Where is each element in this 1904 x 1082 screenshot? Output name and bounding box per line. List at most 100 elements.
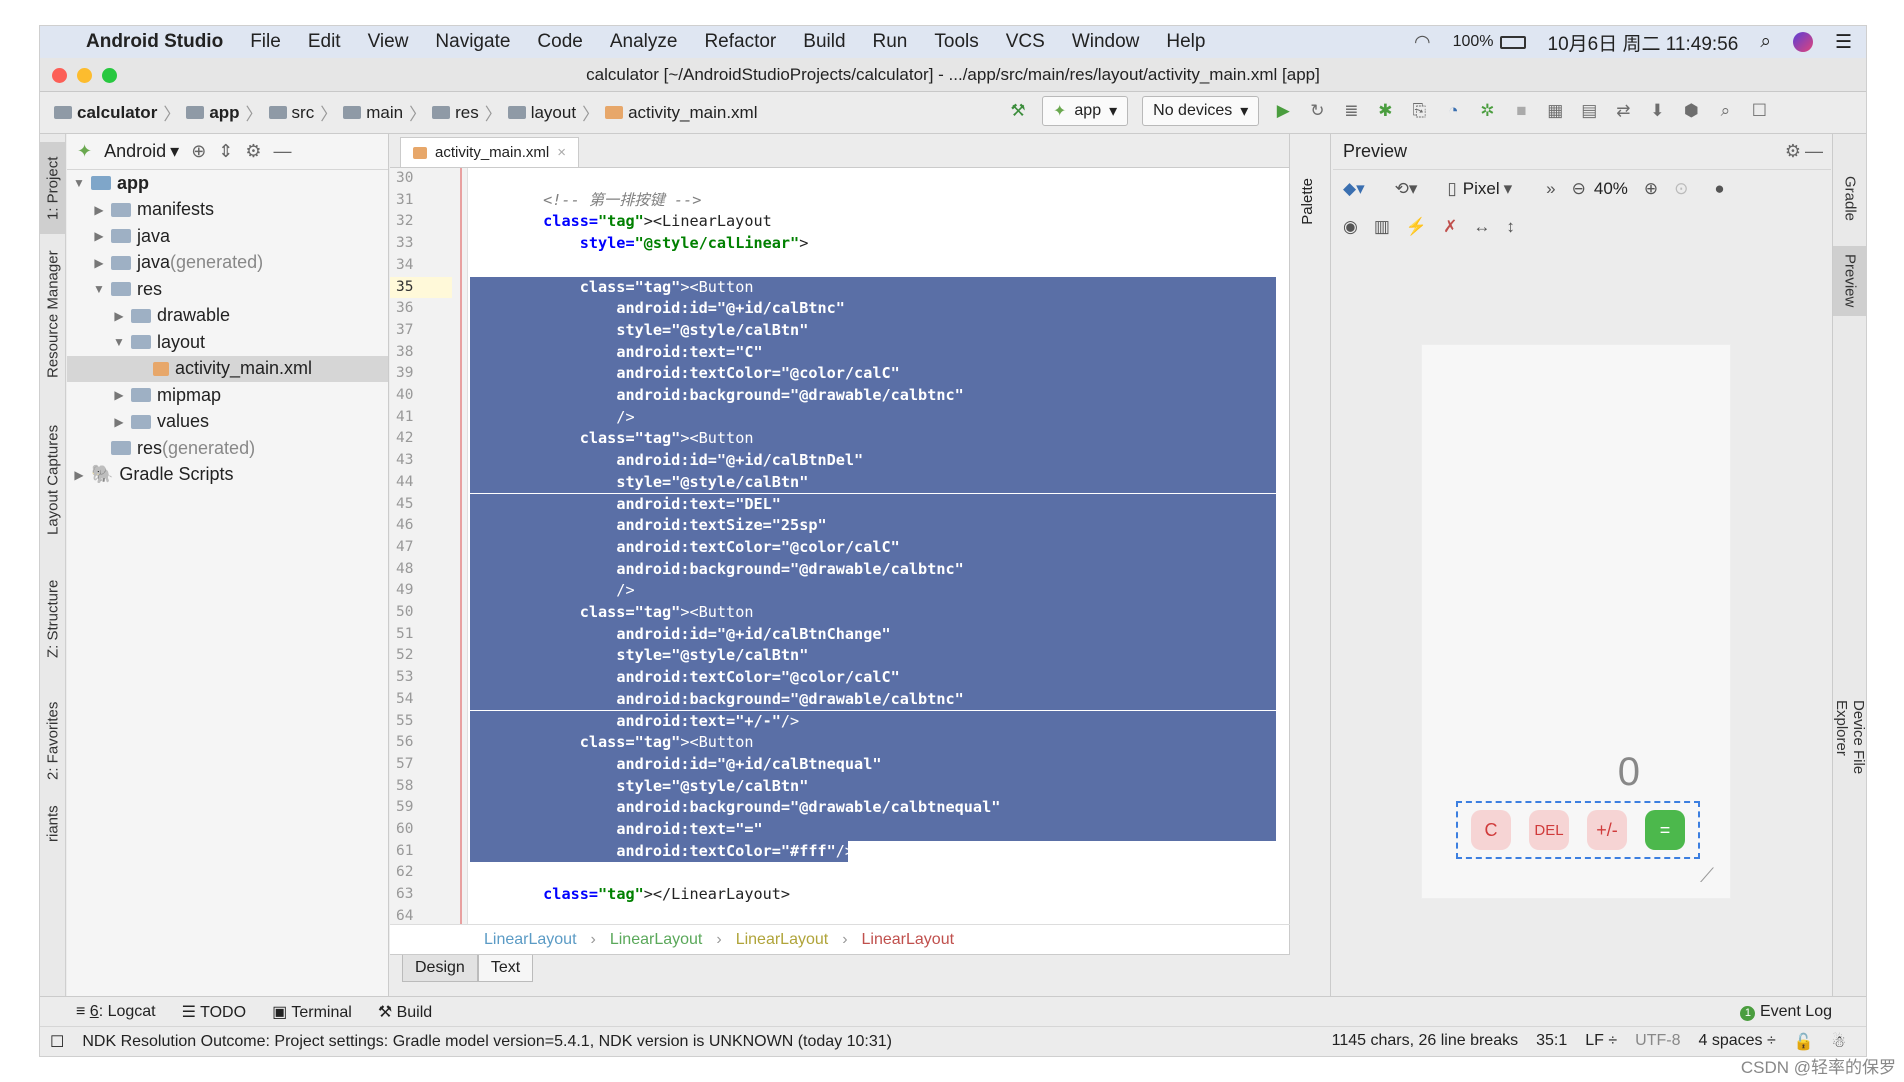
code-line[interactable]: android:background="@drawable/calbtnc" bbox=[470, 688, 1276, 711]
menu-help[interactable]: Help bbox=[1166, 31, 1205, 53]
zoom-fit-icon[interactable]: ⊙ bbox=[1674, 179, 1688, 199]
code-line[interactable]: android:text="+/-"/> bbox=[470, 710, 1276, 733]
chevron-down-icon[interactable]: ▾ bbox=[1504, 179, 1513, 199]
tree-item-mipmap[interactable]: ▶ mipmap bbox=[67, 382, 388, 409]
tree-item-gradle-scripts[interactable]: ▶ 🐘 Gradle Scripts bbox=[67, 462, 388, 489]
chevron-down-icon[interactable]: ▼ bbox=[111, 335, 127, 349]
calc-button-del[interactable]: DEL bbox=[1529, 810, 1569, 850]
minimize-window-button[interactable] bbox=[77, 68, 92, 83]
calc-button-sign[interactable]: +/- bbox=[1587, 810, 1627, 850]
zoom-window-button[interactable] bbox=[102, 68, 117, 83]
tab-favorites[interactable]: 2: Favorites bbox=[40, 686, 66, 796]
code-line[interactable]: android:text="=" bbox=[470, 819, 1276, 841]
zoom-out-icon[interactable]: ⊖ bbox=[1572, 179, 1586, 199]
calc-button-equal[interactable]: = bbox=[1645, 810, 1685, 850]
tab-text[interactable]: Text bbox=[477, 955, 534, 982]
menu-window[interactable]: Window bbox=[1072, 31, 1140, 53]
code-line[interactable]: style="@style/calBtn" bbox=[470, 775, 1276, 798]
xml-crumb[interactable]: LinearLayout bbox=[862, 931, 955, 949]
indent-setting[interactable]: 4 spaces ÷ bbox=[1698, 1032, 1775, 1052]
tool-logcat[interactable]: ≡ 6: Logcat bbox=[76, 1003, 156, 1021]
tree-item-drawable[interactable]: ▶ drawable bbox=[67, 303, 388, 330]
code-line[interactable]: android:textSize="25sp" bbox=[470, 515, 1276, 537]
tree-item-java-generated[interactable]: ▶ java (generated) bbox=[67, 250, 388, 277]
sdk-manager-icon[interactable]: ⬇ bbox=[1647, 101, 1667, 121]
menu-tools[interactable]: Tools bbox=[934, 31, 978, 53]
tab-device-file-explorer[interactable]: Device File Explorer bbox=[1833, 700, 1866, 830]
tool-terminal[interactable]: ▣ Terminal bbox=[272, 1002, 352, 1022]
more-icon[interactable]: » bbox=[1546, 179, 1555, 199]
code-line[interactable]: android:id="@+id/calBtnc" bbox=[470, 298, 1276, 320]
locate-icon[interactable]: ⊕ bbox=[191, 141, 206, 162]
notification-center-icon[interactable]: ☰ bbox=[1835, 31, 1852, 54]
breadcrumb-src[interactable]: src 〉 bbox=[268, 100, 337, 125]
chevron-down-icon[interactable]: ▼ bbox=[71, 176, 87, 190]
attach-debugger-icon[interactable]: ⎘ bbox=[1409, 101, 1429, 121]
sync-gradle-icon[interactable]: ▤ bbox=[1579, 101, 1599, 121]
tree-item-layout[interactable]: ▼ layout bbox=[67, 329, 388, 356]
code-lines[interactable]: <!-- 第一排按键 --> class="tag"><LinearLayout… bbox=[470, 168, 1276, 924]
code-line[interactable]: android:textColor="@color/calC" bbox=[470, 536, 1276, 559]
xml-crumb[interactable]: LinearLayout bbox=[484, 931, 577, 949]
tool-event-log[interactable]: 1 Event Log bbox=[1740, 1003, 1832, 1021]
chevron-right-icon[interactable]: ▶ bbox=[111, 388, 127, 402]
code-line[interactable]: /> bbox=[470, 580, 1276, 602]
orientation-icon[interactable]: ⟲▾ bbox=[1395, 179, 1418, 199]
code-line[interactable]: class="tag"><Button bbox=[470, 602, 1276, 624]
device-select[interactable]: Pixel bbox=[1463, 179, 1500, 199]
code-line[interactable]: class="tag"></LinearLayout> bbox=[470, 884, 1276, 906]
spotlight-icon[interactable]: ⌕ bbox=[1760, 31, 1771, 53]
phone-icon[interactable]: ▯ bbox=[1447, 179, 1456, 199]
close-window-button[interactable] bbox=[52, 68, 67, 83]
layout-inspector-icon[interactable]: ⬢ bbox=[1681, 101, 1701, 121]
code-line[interactable] bbox=[470, 862, 1276, 884]
hide-panel-icon[interactable]: — bbox=[274, 141, 292, 162]
make-project-icon[interactable]: ⚒ bbox=[1008, 101, 1028, 121]
apply-code-changes-icon[interactable]: ≣ bbox=[1341, 101, 1361, 121]
gear-icon[interactable]: ⚙ bbox=[245, 141, 261, 162]
tool-todo[interactable]: ☰ TODO bbox=[182, 1002, 246, 1022]
chevron-right-icon[interactable]: ▶ bbox=[91, 256, 107, 270]
code-line[interactable]: android:textColor="@color/calC" bbox=[470, 667, 1276, 689]
siri-icon[interactable] bbox=[1792, 32, 1813, 52]
tree-item-app[interactable]: ▼ app bbox=[67, 170, 388, 197]
menu-navigate[interactable]: Navigate bbox=[435, 31, 510, 53]
tab-project[interactable]: 1: Project bbox=[40, 142, 66, 234]
expand-vertical-icon[interactable]: ↕ bbox=[1506, 217, 1515, 237]
zoom-in-icon[interactable]: ⊕ bbox=[1644, 179, 1658, 199]
code-line[interactable] bbox=[470, 168, 1276, 190]
collapse-all-icon[interactable]: ⇕ bbox=[218, 141, 233, 162]
tree-item-res[interactable]: ▼ res bbox=[67, 276, 388, 303]
chevron-right-icon[interactable]: ▶ bbox=[91, 203, 107, 217]
code-area[interactable]: 30 31 32 33 34 35 36 37 38 39 40 41 42 43 44 45 46 47 48 49… bbox=[390, 168, 1290, 924]
attach-process-icon[interactable]: ✲ bbox=[1477, 101, 1497, 121]
code-line[interactable]: <!-- 第一排按键 --> bbox=[470, 190, 1276, 212]
chevron-down-icon[interactable]: ▾ bbox=[170, 141, 179, 162]
menu-build[interactable]: Build bbox=[803, 31, 845, 53]
tab-design[interactable]: Design bbox=[402, 955, 478, 982]
apply-changes-icon[interactable]: ↻ bbox=[1307, 101, 1327, 121]
chevron-down-icon[interactable]: ▼ bbox=[91, 282, 107, 296]
expand-horizontal-icon[interactable]: ↔ bbox=[1473, 217, 1490, 237]
panel-toggle-icon[interactable]: ☐ bbox=[50, 1032, 64, 1052]
code-line[interactable]: android:id="@+id/calBtnDel" bbox=[470, 450, 1276, 472]
eye-icon[interactable]: ◉ bbox=[1343, 217, 1358, 237]
stop-icon[interactable]: ■ bbox=[1511, 101, 1531, 121]
menu-file[interactable]: File bbox=[250, 31, 281, 53]
chevron-right-icon[interactable]: ▶ bbox=[111, 309, 127, 323]
calc-button-c[interactable]: C bbox=[1471, 810, 1511, 850]
menu-refactor[interactable]: Refactor bbox=[704, 31, 776, 53]
chevron-right-icon[interactable]: ▶ bbox=[111, 415, 127, 429]
profile-icon[interactable]: ◔ bbox=[1443, 101, 1463, 121]
user-icon[interactable]: ☐ bbox=[1749, 101, 1769, 121]
clear-constraints-icon[interactable]: ✗ bbox=[1443, 217, 1457, 237]
breadcrumb-main[interactable]: main 〉 bbox=[343, 100, 426, 125]
code-line[interactable]: style="@style/calBtn" bbox=[470, 645, 1276, 668]
code-line[interactable]: android:text="C" bbox=[470, 341, 1276, 364]
code-line[interactable]: class="tag"><Button bbox=[470, 428, 1276, 451]
file-encoding[interactable]: UTF-8 bbox=[1635, 1032, 1680, 1052]
tab-palette[interactable]: Palette bbox=[1299, 178, 1316, 225]
tree-item-values[interactable]: ▶ values bbox=[67, 409, 388, 436]
caret-position[interactable]: 35:1 bbox=[1536, 1032, 1567, 1052]
breadcrumb-res[interactable]: res 〉 bbox=[432, 100, 502, 125]
